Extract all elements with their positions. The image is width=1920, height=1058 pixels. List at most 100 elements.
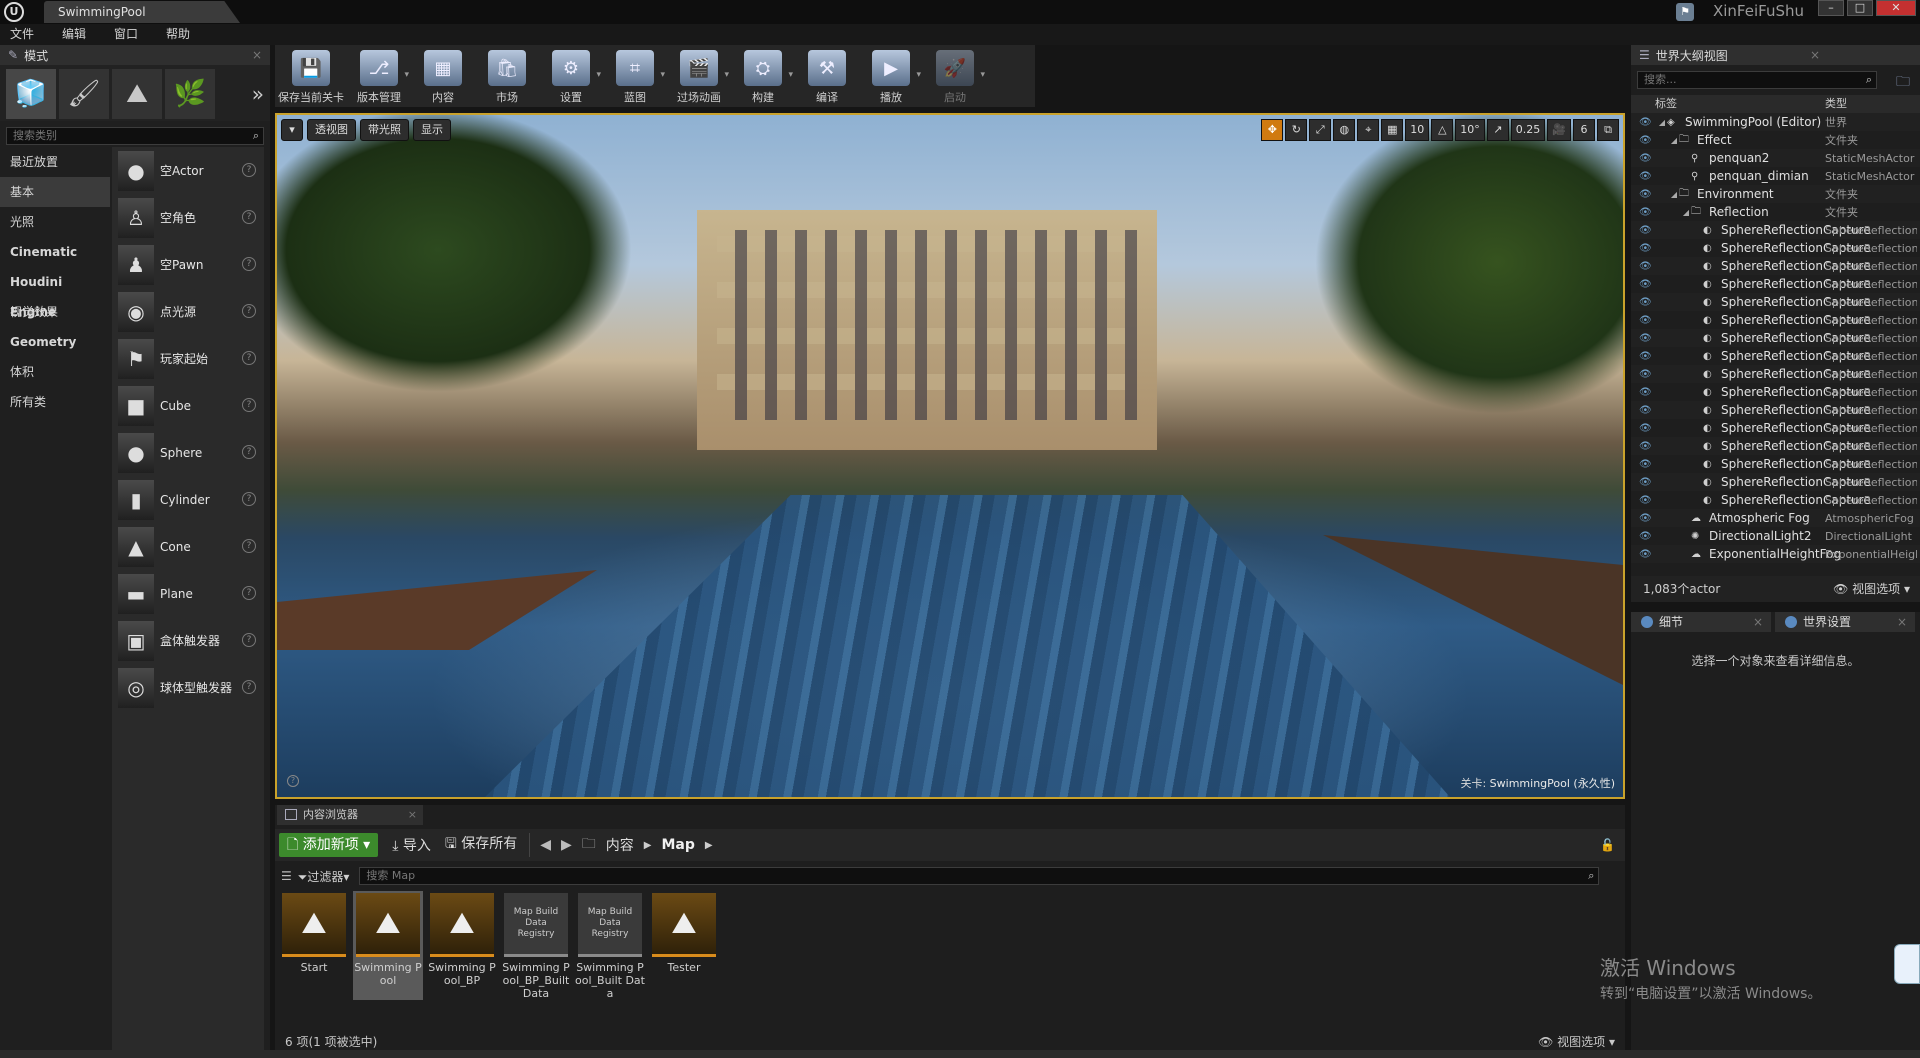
placeable-asset-item[interactable]: ♙ 空角色?: [112, 194, 264, 241]
visibility-eye-icon[interactable]: 👁: [1639, 549, 1655, 560]
visibility-eye-icon[interactable]: 👁: [1639, 243, 1655, 254]
visibility-eye-icon[interactable]: 👁: [1639, 459, 1655, 470]
visibility-eye-icon[interactable]: 👁: [1639, 333, 1655, 344]
menu-edit[interactable]: 编辑: [62, 24, 86, 45]
outliner-search-input[interactable]: 搜索... ⌕: [1637, 71, 1877, 89]
placeable-asset-item[interactable]: ◉ 点光源?: [112, 288, 264, 335]
breadcrumb-chevron-icon[interactable]: ▶: [705, 840, 713, 851]
outliner-row[interactable]: 👁 ◐ SphereReflectionCapture SphereReflectio…: [1631, 473, 1920, 491]
scale-icon[interactable]: ⤢: [1309, 119, 1332, 141]
outliner-row[interactable]: 👁☁ExponentialHeightFogExponentialHeightF…: [1631, 545, 1920, 563]
toolbar-play-button[interactable]: ▶ 播放 ▾: [859, 45, 923, 107]
placeable-asset-item[interactable]: ■ Cube?: [112, 382, 264, 429]
outliner-row[interactable]: 👁 ◐ SphereReflectionCapture SphereReflectio…: [1631, 437, 1920, 455]
chevron-down-icon[interactable]: ▾: [404, 70, 409, 80]
category-item[interactable]: 基本: [0, 177, 110, 207]
category-item[interactable]: Cinematic: [0, 237, 110, 267]
outliner-row[interactable]: 👁 ◐ SphereReflectionCapture SphereReflectio…: [1631, 491, 1920, 509]
source-control-status-icon[interactable]: ⚑: [1676, 3, 1694, 21]
category-item[interactable]: 体积: [0, 357, 110, 387]
world-space-icon[interactable]: ◍: [1333, 119, 1356, 141]
menu-window[interactable]: 窗口: [114, 24, 138, 45]
visibility-eye-icon[interactable]: 👁: [1639, 207, 1655, 218]
outliner-row[interactable]: 👁 ⚲ penquan2 StaticMeshActor: [1631, 149, 1920, 167]
grid-snap-icon[interactable]: ▦: [1381, 119, 1404, 141]
outliner-row[interactable]: 👁 ◢ 🗀 Environment 文件夹: [1631, 185, 1920, 203]
tab-world-settings[interactable]: 世界设置 ×: [1775, 612, 1915, 632]
outliner-row[interactable]: 👁 ☁ Atmospheric Fog AtmosphericFog: [1631, 509, 1920, 527]
category-item[interactable]: 光照: [0, 207, 110, 237]
help-icon[interactable]: ?: [242, 539, 256, 553]
maximize-viewport-icon[interactable]: ⧉: [1597, 119, 1619, 141]
visibility-eye-icon[interactable]: 👁: [1639, 189, 1655, 200]
asset-tile[interactable]: Map Build Data Registry Swimming Pool_Bui…: [575, 891, 645, 1000]
visibility-eye-icon[interactable]: 👁: [1639, 531, 1655, 542]
help-icon[interactable]: ?: [242, 492, 256, 506]
visibility-eye-icon[interactable]: 👁: [1639, 495, 1655, 506]
toolbar-content-button[interactable]: ▦ 内容: [411, 45, 475, 107]
close-icon[interactable]: ×: [408, 805, 417, 825]
toolbar-settings-button[interactable]: ⚙ 设置 ▾: [539, 45, 603, 107]
category-item[interactable]: Geometry: [0, 327, 110, 357]
help-icon[interactable]: ?: [242, 257, 256, 271]
outliner-row[interactable]: 👁 ◐ SphereReflectionCapture SphereReflectio…: [1631, 419, 1920, 437]
asset-search-input[interactable]: 搜索 Map ⌕: [359, 867, 1600, 885]
outliner-row[interactable]: 👁 ◐ SphereReflectionCapture SphereReflectio…: [1631, 329, 1920, 347]
placeable-asset-item[interactable]: ♟ 空Pawn?: [112, 241, 264, 288]
outliner-row[interactable]: 👁 ◐ SphereReflectionCapture SphereReflectio…: [1631, 365, 1920, 383]
toolbar-save-button[interactable]: 💾 保存当前关卡: [275, 45, 347, 107]
visibility-eye-icon[interactable]: 👁: [1639, 315, 1655, 326]
forward-arrow-icon[interactable]: ▶: [561, 837, 572, 853]
visibility-eye-icon[interactable]: 👁: [1639, 405, 1655, 416]
outliner-row[interactable]: 👁 ◐ SphereReflectionCapture SphereReflectio…: [1631, 257, 1920, 275]
scale-snap-icon[interactable]: ↗: [1486, 119, 1509, 141]
scale-snap-value[interactable]: 0.25: [1510, 119, 1546, 141]
breadcrumb-chevron-icon[interactable]: ▶: [644, 840, 652, 851]
level-tab[interactable]: SwimmingPool: [44, 1, 240, 23]
breadcrumb-map[interactable]: Map: [662, 837, 695, 853]
help-icon[interactable]: ?: [242, 304, 256, 318]
placeable-asset-item[interactable]: ● 空Actor?: [112, 147, 264, 194]
outliner-row[interactable]: 👁 ✺ DirectionalLight2 DirectionalLight: [1631, 527, 1920, 545]
help-icon[interactable]: ?: [242, 586, 256, 600]
help-icon[interactable]: ?: [242, 445, 256, 459]
toolbar-launch-button[interactable]: 🚀 启动 ▾: [923, 45, 987, 107]
outliner-row[interactable]: 👁 ◐ SphereReflectionCapture SphereReflectio…: [1631, 455, 1920, 473]
visibility-eye-icon[interactable]: 👁: [1639, 477, 1655, 488]
sources-toggle-icon[interactable]: ☰: [281, 869, 292, 883]
close-icon[interactable]: ×: [1753, 612, 1763, 632]
asset-tile[interactable]: Map Build Data Registry Swimming Pool_BP_…: [501, 891, 571, 1000]
placeable-asset-item[interactable]: ◎ 球体型触发器?: [112, 664, 264, 711]
close-icon[interactable]: ×: [252, 48, 262, 62]
foliage-mode-icon[interactable]: 🌿: [165, 69, 215, 119]
menu-file[interactable]: 文件: [10, 24, 34, 45]
help-icon[interactable]: ?: [242, 210, 256, 224]
save-all-button[interactable]: 🖫 保存所有: [445, 833, 517, 857]
outliner-row[interactable]: 👁 ◐ SphereReflectionCapture SphereReflectio…: [1631, 311, 1920, 329]
asset-tile[interactable]: ⛰ Start: [279, 891, 349, 1000]
visibility-eye-icon[interactable]: 👁: [1639, 153, 1655, 164]
side-assistant-icon[interactable]: [1894, 944, 1920, 984]
placeable-asset-item[interactable]: ⚑ 玩家起始?: [112, 335, 264, 382]
toolbar-blueprint-button[interactable]: ⌗ 蓝图 ▾: [603, 45, 667, 107]
show-flags-button[interactable]: 显示: [413, 119, 451, 141]
camera-speed-icon[interactable]: 🎥: [1547, 119, 1571, 141]
surface-snap-icon[interactable]: ⌖: [1357, 119, 1380, 141]
tab-details[interactable]: 细节 ×: [1631, 612, 1771, 632]
help-icon[interactable]: ?: [242, 633, 256, 647]
placeable-asset-item[interactable]: ▮ Cylinder?: [112, 476, 264, 523]
visibility-eye-icon[interactable]: 👁: [1639, 351, 1655, 362]
outliner-row[interactable]: 👁 ◐ SphereReflectionCapture SphereReflectio…: [1631, 293, 1920, 311]
menu-help[interactable]: 帮助: [166, 24, 190, 45]
toolbar-compile-button[interactable]: ⚒ 编译: [795, 45, 859, 107]
modes-tab[interactable]: ✎ 模式 ×: [0, 45, 270, 65]
outliner-row[interactable]: 👁 ⚲ penquan_dimian StaticMeshActor: [1631, 167, 1920, 185]
filters-button[interactable]: ⏷过滤器▾: [298, 868, 350, 885]
asset-tile[interactable]: ⛰ Swimming Pool: [353, 891, 423, 1000]
chevron-down-icon[interactable]: ▾: [596, 70, 601, 80]
toolbar-marketplace-button[interactable]: 🛍 市场: [475, 45, 539, 107]
close-icon[interactable]: ×: [1897, 612, 1907, 632]
category-item[interactable]: Houdini Engine: [0, 267, 110, 319]
outliner-row[interactable]: 👁 ◐ SphereReflectionCapture SphereReflectio…: [1631, 275, 1920, 293]
visibility-eye-icon[interactable]: 👁: [1639, 441, 1655, 452]
